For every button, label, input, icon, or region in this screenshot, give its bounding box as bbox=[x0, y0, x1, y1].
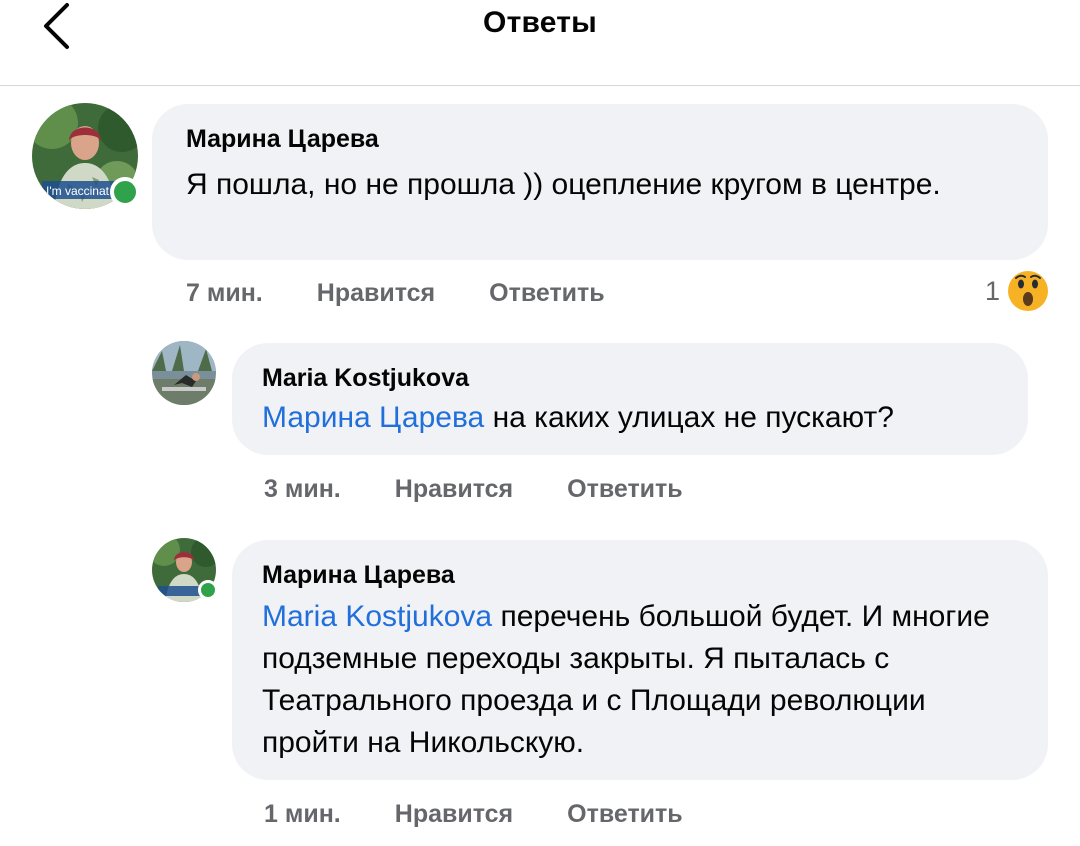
comment-timestamp[interactable]: 1 мин. bbox=[264, 800, 341, 829]
header: Ответы bbox=[0, 0, 1080, 86]
comment-text-body: Я пошла, но не прошла )) оцепление круго… bbox=[186, 168, 941, 201]
comment-text: Maria Kostjukova перечень большой будет.… bbox=[262, 596, 1018, 764]
comment-text: Марина Царева на каких улицах не пускают… bbox=[262, 397, 998, 439]
mention-link[interactable]: Maria Kostjukova bbox=[262, 600, 492, 633]
like-button[interactable]: Нравится bbox=[395, 800, 513, 829]
avatar[interactable] bbox=[152, 538, 218, 602]
comment-bubble[interactable]: Марина Царева Maria Kostjukova перечень … bbox=[232, 540, 1048, 780]
like-button[interactable]: Нравится bbox=[317, 279, 435, 308]
comment-text-body: на каких улицах не пускают? bbox=[492, 401, 894, 434]
comment-author[interactable]: Марина Царева bbox=[186, 124, 1014, 154]
reply-button[interactable]: Ответить bbox=[489, 279, 605, 308]
comment-timestamp[interactable]: 7 мин. bbox=[186, 279, 263, 308]
avatar[interactable] bbox=[152, 341, 216, 405]
comment-actions: 1 мин. Нравится Ответить bbox=[264, 794, 683, 834]
mention-link[interactable]: Марина Царева bbox=[262, 401, 484, 434]
reply-button[interactable]: Ответить bbox=[567, 800, 683, 829]
avatar-photo bbox=[152, 341, 216, 405]
like-button[interactable]: Нравится bbox=[395, 475, 513, 504]
comment-author[interactable]: Maria Kostjukova bbox=[262, 363, 998, 393]
online-status-indicator bbox=[110, 177, 140, 207]
reply-button[interactable]: Ответить bbox=[567, 475, 683, 504]
comment-text: Я пошла, но не прошла )) оцепление круго… bbox=[186, 164, 1014, 206]
reaction-summary[interactable]: 1 bbox=[985, 269, 1050, 313]
avatar[interactable]: I'm vaccinat bbox=[32, 103, 140, 209]
wow-emoji-icon bbox=[1008, 271, 1048, 311]
page-title: Ответы bbox=[483, 6, 597, 39]
avatar-badge-text: I'm vaccinat bbox=[46, 184, 110, 198]
comment-bubble[interactable]: Maria Kostjukova Марина Царева на каких … bbox=[232, 343, 1028, 455]
comment-actions: 3 мин. Нравится Ответить bbox=[264, 469, 683, 509]
comment-bubble[interactable]: Марина Царева Я пошла, но не прошла )) о… bbox=[152, 104, 1048, 260]
comment-actions: 7 мин. Нравится Ответить bbox=[186, 273, 605, 313]
reaction-count: 1 bbox=[984, 275, 1000, 306]
comment-author[interactable]: Марина Царева bbox=[262, 560, 1018, 590]
online-status-indicator bbox=[198, 580, 218, 600]
comment-timestamp[interactable]: 3 мин. bbox=[264, 475, 341, 504]
